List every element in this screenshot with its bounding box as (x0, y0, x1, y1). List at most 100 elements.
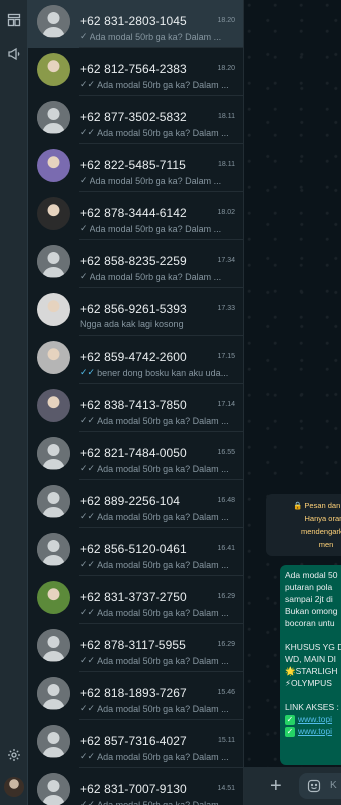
message-time: 18.20 (217, 65, 235, 72)
message-time: 16.41 (217, 545, 235, 552)
double-check-icon: ✓✓ (80, 751, 96, 761)
message-time: 18.02 (217, 209, 235, 216)
megaphone-icon[interactable] (0, 46, 28, 62)
double-check-icon: ✓✓ (80, 607, 96, 617)
contact-avatar (37, 773, 70, 805)
message-link[interactable]: www.topi (298, 726, 332, 736)
preview-text: Ngga ada kak lagi kosong (80, 319, 184, 329)
contact-avatar (37, 101, 70, 134)
chat-row[interactable]: +62 831-3737-2750 16.29 ✓✓ Ada modal 50rb g… (28, 576, 243, 624)
single-check-icon: ✓ (80, 175, 88, 185)
plus-icon[interactable]: + (270, 776, 282, 796)
message-time: 16.55 (217, 449, 235, 456)
contact-avatar (37, 197, 70, 230)
outgoing-message-bubble[interactable]: Ada modal 50 putaran pola sampai 2jt di … (280, 565, 341, 765)
chat-row[interactable]: +62 857-7316-4027 15.11 ✓✓ Ada modal 50rb g… (28, 720, 243, 768)
double-check-icon: ✓✓ (80, 559, 96, 569)
chat-row[interactable]: +62 878-3444-6142 18.02 ✓ Ada modal 50rb ga… (28, 192, 243, 240)
communities-icon[interactable] (0, 12, 28, 28)
chat-pane: 🔒 Pesan dan pang Hanya orang mendengarka… (243, 0, 341, 805)
chat-row[interactable]: +62 859-4742-2600 17.15 ✓✓ bener dong bosku… (28, 336, 243, 384)
contact-name: +62 822-5485-7115 (80, 158, 186, 172)
preview-text: Ada modal 50rb ga ka? Dalam ... (89, 31, 222, 42)
contact-avatar (37, 245, 70, 278)
notice-line: Hanya orang (304, 514, 341, 523)
nav-rail (0, 0, 28, 805)
chat-row-meta: +62 831-2803-1045 18.20 ✓ Ada modal 50rb ga… (79, 0, 243, 48)
contact-avatar (37, 629, 70, 662)
encryption-notice: 🔒 Pesan dan pang Hanya orang mendengarka… (266, 494, 341, 556)
last-message-preview: ✓✓ Ada modal 50rb ga ka? Dalam ... (80, 127, 235, 138)
contact-name: +62 878-3444-6142 (80, 206, 187, 220)
chat-row[interactable]: +62 821-7484-0050 16.55 ✓✓ Ada modal 50rb g… (28, 432, 243, 480)
message-line: putaran pola (285, 582, 333, 592)
emoji-icon[interactable] (307, 779, 321, 793)
contact-name: +62 821-7484-0050 (80, 446, 187, 460)
contact-name: +62 838-7413-7850 (80, 398, 187, 412)
settings-icon[interactable] (0, 747, 28, 763)
chat-row[interactable]: +62 856-5120-0461 16.41 ✓✓ Ada modal 50rb g… (28, 528, 243, 576)
chat-row-meta: +62 856-9261-5393 17.33 Ngga ada kak lagi … (79, 288, 243, 336)
profile-avatar[interactable] (4, 777, 24, 797)
contact-name: +62 831-3737-2750 (80, 590, 187, 604)
preview-text: Ada modal 50rb ga ka? Dalam ... (97, 511, 229, 522)
message-line: WD, MAIN DI (285, 654, 336, 664)
preview-text: Ada modal 50rb ga ka? Dalam ... (89, 175, 222, 186)
chat-row-meta: +62 877-3502-5832 18.11 ✓✓ Ada modal 50rb g… (79, 96, 243, 144)
contact-name: +62 877-3502-5832 (80, 110, 187, 124)
contact-avatar (37, 437, 70, 470)
last-message-preview: ✓ Ada modal 50rb ga ka? Dalam ... (80, 223, 235, 234)
preview-text: Ada modal 50rb ga ka? Dalam ... (89, 271, 222, 282)
message-line: Bukan omong (285, 606, 338, 616)
message-time: 16.29 (217, 593, 235, 600)
chat-row[interactable]: +62 856-9261-5393 17.33 Ngga ada kak lagi … (28, 288, 243, 336)
notice-line: 🔒 Pesan dan pang (292, 501, 341, 510)
contact-name: +62 859-4742-2600 (80, 350, 187, 364)
contact-avatar (37, 149, 70, 182)
chat-row[interactable]: +62 838-7413-7850 17.14 ✓✓ Ada modal 50rb g… (28, 384, 243, 432)
preview-text: Ada modal 50rb ga ka? Dalam ... (97, 559, 229, 570)
chat-row-meta: +62 822-5485-7115 18.11 ✓ Ada modal 50rb ga… (79, 144, 243, 192)
message-line: Ada modal 50 (285, 570, 338, 580)
message-input-placeholder: K (330, 780, 337, 791)
contact-avatar (37, 677, 70, 710)
chat-row[interactable]: +62 877-3502-5832 18.11 ✓✓ Ada modal 50rb g… (28, 96, 243, 144)
chat-row[interactable]: +62 878-3117-5955 16.29 ✓✓ Ada modal 50rb g… (28, 624, 243, 672)
chat-row[interactable]: +62 831-2803-1045 18.20 ✓ Ada modal 50rb ga… (28, 0, 243, 48)
message-time: 17.15 (217, 353, 235, 360)
contact-avatar (37, 389, 70, 422)
chat-row[interactable]: +62 812-7564-2383 18.20 ✓✓ Ada modal 50rb g… (28, 48, 243, 96)
double-check-icon: ✓✓ (80, 127, 96, 137)
preview-text: Ada modal 50rb ga ka? Dalam ... (97, 415, 229, 426)
chat-row[interactable]: +62 858-8235-2259 17.34 ✓ Ada modal 50rb ga… (28, 240, 243, 288)
contact-name: +62 889-2256-104 (80, 494, 181, 508)
last-message-preview: ✓ Ada modal 50rb ga ka? Dalam ... (80, 175, 235, 186)
message-time: 17.34 (217, 257, 235, 264)
message-time: 18.11 (218, 161, 235, 168)
double-check-icon: ✓✓ (80, 799, 96, 805)
chat-row-meta: +62 812-7564-2383 18.20 ✓✓ Ada modal 50rb g… (79, 48, 243, 96)
chat-row[interactable]: +62 831-7007-9130 14.51 ✓✓ Ada modal 50rb g… (28, 768, 243, 805)
message-time: 15.46 (217, 689, 235, 696)
chat-row[interactable]: +62 818-1893-7267 15.46 ✓✓ Ada modal 50rb g… (28, 672, 243, 720)
message-time: 15.11 (218, 737, 235, 744)
chat-row-meta: +62 856-5120-0461 16.41 ✓✓ Ada modal 50rb g… (79, 528, 243, 576)
chat-row[interactable]: +62 822-5485-7115 18.11 ✓ Ada modal 50rb ga… (28, 144, 243, 192)
message-time: 16.29 (217, 641, 235, 648)
message-time: 14.51 (217, 785, 235, 792)
contact-name: +62 818-1893-7267 (80, 686, 187, 700)
message-time: 18.20 (217, 17, 235, 24)
message-link[interactable]: www.topi (298, 714, 332, 724)
last-message-preview: ✓✓ Ada modal 50rb ga ka? Dalam ... (80, 559, 235, 570)
double-check-icon: ✓✓ (80, 511, 96, 521)
chat-list: +62 831-2803-1045 18.20 ✓ Ada modal 50rb ga… (28, 0, 243, 805)
message-time: 16.48 (217, 497, 235, 504)
double-check-icon: ✓✓ (80, 367, 96, 377)
message-line: 🌟STARLIGH (285, 666, 338, 676)
contact-avatar (37, 53, 70, 86)
contact-avatar (37, 581, 70, 614)
contact-name: +62 856-5120-0461 (80, 542, 187, 556)
chat-row[interactable]: +62 889-2256-104 16.48 ✓✓ Ada modal 50rb ga… (28, 480, 243, 528)
contact-name: +62 878-3117-5955 (80, 638, 186, 652)
preview-text: Ada modal 50rb ga ka? Dalam ... (97, 607, 229, 618)
